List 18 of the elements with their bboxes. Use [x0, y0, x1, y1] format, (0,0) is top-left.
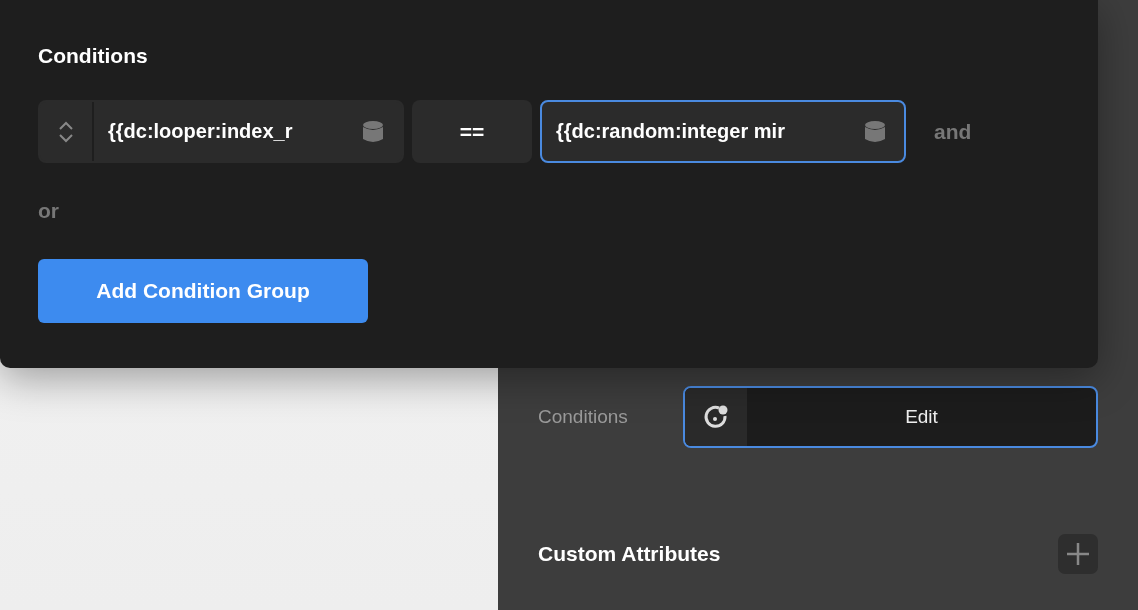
chevron-updown-icon — [58, 119, 74, 144]
conditions-edit-control[interactable]: Edit — [683, 386, 1098, 448]
database-icon — [362, 119, 384, 144]
value-field[interactable]: {{dc:random:integer mir — [540, 100, 906, 163]
edit-button[interactable]: Edit — [747, 388, 1096, 446]
field-value: {{dc:random:integer mir — [555, 120, 786, 143]
dot-circle-icon — [703, 404, 729, 430]
popup-title: Conditions — [38, 44, 149, 68]
database-icon — [864, 119, 886, 144]
add-attribute-button[interactable] — [1058, 534, 1098, 574]
section-title: Custom Attributes — [538, 542, 721, 566]
field-value: {{dc:looper:index_r — [107, 120, 294, 143]
operator-button[interactable]: == — [412, 100, 532, 163]
condition-field[interactable]: {{dc:looper:index_r — [38, 100, 404, 163]
conditions-label: Conditions — [538, 406, 629, 428]
and-label: and — [934, 119, 972, 144]
or-label: or — [38, 199, 60, 223]
plus-icon — [1066, 542, 1090, 566]
